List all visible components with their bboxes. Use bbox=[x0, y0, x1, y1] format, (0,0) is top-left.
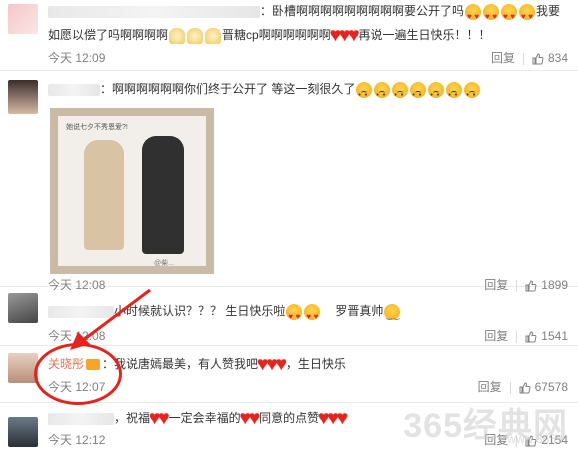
heart-eyes-emoji bbox=[304, 303, 321, 329]
heart-eyes-emoji bbox=[501, 3, 518, 29]
comment-text-part: ：卧槽啊啊啊啊啊啊啊啊啊要公开了吗 bbox=[260, 4, 465, 18]
comment-text: ：卧槽啊啊啊啊啊啊啊啊啊要公开了吗我要如愿以偿了吗啊啊啊啊晋糖cp啊啊啊啊啊啊♥… bbox=[48, 0, 568, 47]
relieved-emoji bbox=[384, 303, 401, 329]
image-watermark: @柴... bbox=[154, 260, 174, 266]
blurred-username[interactable] bbox=[48, 412, 114, 425]
like-button[interactable]: 834 bbox=[532, 51, 568, 65]
avatar[interactable] bbox=[8, 293, 38, 323]
sad-emoji bbox=[446, 81, 463, 108]
sad-emoji bbox=[410, 81, 427, 108]
comment-time: 今天 12:09 bbox=[48, 51, 106, 65]
pray-emoji bbox=[205, 27, 222, 44]
comment-text-part: 晋糖cp啊啊啊啊啊啊 bbox=[222, 28, 331, 42]
heart-eyes-emoji bbox=[483, 3, 500, 29]
comment-1: ：卧槽啊啊啊啊啊啊啊啊啊要公开了吗我要如愿以偿了吗啊啊啊啊晋糖cp啊啊啊啊啊啊♥… bbox=[0, 0, 578, 71]
comment-text-part: ，祝福 bbox=[114, 411, 151, 425]
like-button[interactable]: 67578 bbox=[519, 380, 568, 394]
comment-text-part: 再说一遍生日快乐！！！ bbox=[358, 28, 491, 42]
person-figure-right bbox=[142, 136, 184, 254]
avatar[interactable] bbox=[8, 417, 38, 447]
comment-text-part: 罗晋真帅 bbox=[335, 304, 384, 318]
like-count: 834 bbox=[547, 51, 568, 65]
divider bbox=[516, 330, 518, 343]
like-thumb-icon bbox=[525, 331, 537, 343]
like-count: 67578 bbox=[534, 380, 568, 394]
like-thumb-icon bbox=[532, 53, 544, 65]
pray-emoji bbox=[169, 27, 186, 44]
reply-button[interactable]: 回复 bbox=[484, 327, 508, 344]
comment-time: 今天 12:12 bbox=[48, 433, 106, 447]
sad-emoji bbox=[464, 81, 481, 108]
comment-text-part: ：啊啊啊啊啊啊你们终于公开了 等这一刻很久了 bbox=[100, 82, 356, 96]
pray-emoji bbox=[187, 27, 204, 44]
comment-text: ：啊啊啊啊啊啊你们终于公开了 等这一刻很久了 bbox=[48, 77, 568, 108]
site-watermark-url: www.365... bbox=[507, 432, 566, 446]
comment-actions: 回复 1541 bbox=[484, 327, 568, 344]
avatar[interactable] bbox=[8, 80, 38, 114]
like-count: 1541 bbox=[541, 329, 568, 343]
like-button[interactable]: 1541 bbox=[525, 329, 568, 343]
like-thumb-icon bbox=[519, 382, 531, 394]
red-heart: ♥ bbox=[336, 407, 349, 429]
sad-emoji bbox=[392, 81, 409, 108]
image-caption: 她说七夕不秀恩爱?! bbox=[66, 124, 128, 131]
comment-actions: 回复 67578 bbox=[478, 378, 568, 395]
divider bbox=[522, 52, 524, 65]
blurred-username[interactable] bbox=[48, 83, 100, 96]
heart-eyes-emoji bbox=[286, 303, 303, 329]
sad-emoji bbox=[428, 81, 445, 108]
comment-text-part: ，生日快乐 bbox=[285, 357, 346, 371]
reply-button[interactable]: 回复 bbox=[491, 49, 515, 66]
comment-text-part: 一定会幸福的 bbox=[168, 411, 241, 425]
divider bbox=[509, 381, 511, 394]
person-figure-left bbox=[84, 140, 124, 250]
comment-text-part: ：我说唐嫣最美，有人赞我吧 bbox=[102, 357, 259, 371]
avatar[interactable] bbox=[8, 4, 38, 34]
comment-actions: 回复 834 bbox=[491, 49, 568, 66]
photo: 她说七夕不秀恩爱?! @柴... bbox=[58, 116, 206, 266]
blurred-username[interactable] bbox=[48, 5, 260, 18]
comment-image[interactable]: 她说七夕不秀恩爱?! @柴... bbox=[50, 108, 214, 274]
annotation-arrow bbox=[70, 288, 151, 350]
reply-button[interactable]: 回复 bbox=[478, 378, 502, 395]
sad-emoji bbox=[374, 81, 391, 108]
sad-emoji bbox=[356, 81, 373, 108]
heart-eyes-emoji bbox=[465, 3, 482, 29]
heart-eyes-emoji bbox=[519, 3, 536, 29]
comment-text-part: 同意的点赞 bbox=[259, 411, 320, 425]
